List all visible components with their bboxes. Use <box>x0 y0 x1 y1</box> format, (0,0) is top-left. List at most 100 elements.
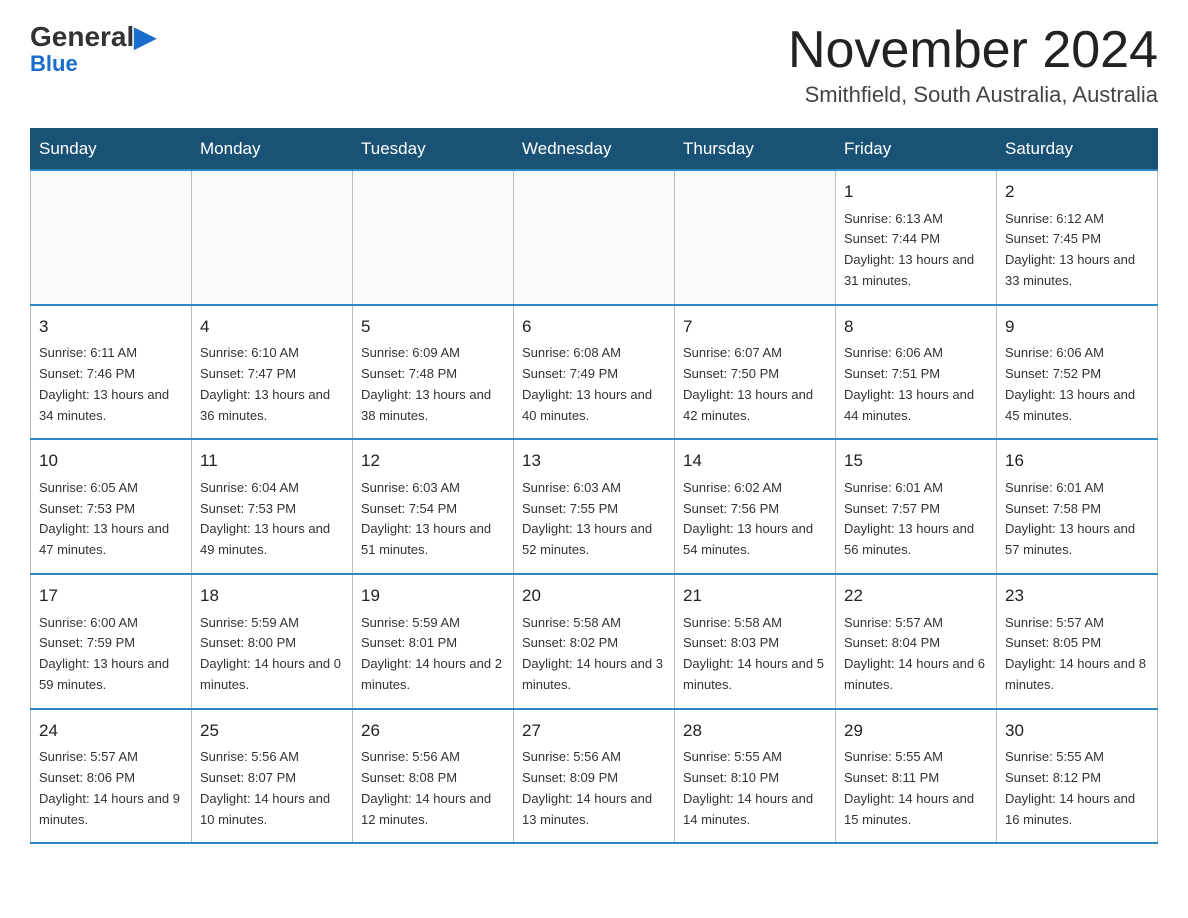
calendar-cell <box>31 170 192 305</box>
day-info: Sunrise: 5:57 AM Sunset: 8:06 PM Dayligh… <box>39 747 183 830</box>
logo: General ▶ Blue <box>30 20 156 77</box>
calendar-week-row: 1 Sunrise: 6:13 AM Sunset: 7:44 PM Daylig… <box>31 170 1158 305</box>
day-info: Sunrise: 6:08 AM Sunset: 7:49 PM Dayligh… <box>522 343 666 426</box>
day-info: Sunrise: 5:59 AM Sunset: 8:01 PM Dayligh… <box>361 613 505 696</box>
calendar-cell: 7 Sunrise: 6:07 AM Sunset: 7:50 PM Daylig… <box>675 305 836 440</box>
calendar-cell: 22Sunrise: 5:57 AM Sunset: 8:04 PM Dayli… <box>836 574 997 709</box>
calendar-cell: 16 Sunrise: 6:01 AM Sunset: 7:58 PM Dayli… <box>997 439 1158 574</box>
day-number: 19 <box>361 583 505 609</box>
day-number: 17 <box>39 583 183 609</box>
calendar-cell: 5 Sunrise: 6:09 AM Sunset: 7:48 PM Daylig… <box>353 305 514 440</box>
day-info: Sunrise: 6:01 AM Sunset: 7:58 PM Dayligh… <box>1005 478 1149 561</box>
day-number: 29 <box>844 718 988 744</box>
calendar-cell: 9 Sunrise: 6:06 AM Sunset: 7:52 PM Daylig… <box>997 305 1158 440</box>
day-number: 30 <box>1005 718 1149 744</box>
calendar-cell: 6Sunrise: 6:08 AM Sunset: 7:49 PM Daylig… <box>514 305 675 440</box>
day-number: 2 <box>1005 179 1149 205</box>
day-info: Sunrise: 5:56 AM Sunset: 8:09 PM Dayligh… <box>522 747 666 830</box>
calendar-week-row: 24Sunrise: 5:57 AM Sunset: 8:06 PM Dayli… <box>31 709 1158 844</box>
day-info: Sunrise: 6:00 AM Sunset: 7:59 PM Dayligh… <box>39 613 183 696</box>
day-number: 13 <box>522 448 666 474</box>
calendar-header-row: SundayMondayTuesdayWednesdayThursdayFrid… <box>31 129 1158 171</box>
calendar-cell: 24Sunrise: 5:57 AM Sunset: 8:06 PM Dayli… <box>31 709 192 844</box>
day-number: 23 <box>1005 583 1149 609</box>
day-info: Sunrise: 6:03 AM Sunset: 7:55 PM Dayligh… <box>522 478 666 561</box>
calendar-cell: 8Sunrise: 6:06 AM Sunset: 7:51 PM Daylig… <box>836 305 997 440</box>
calendar-week-row: 17 Sunrise: 6:00 AM Sunset: 7:59 PM Dayli… <box>31 574 1158 709</box>
logo-blue-text: ▶ <box>134 20 156 53</box>
calendar-cell: 30 Sunrise: 5:55 AM Sunset: 8:12 PM Dayli… <box>997 709 1158 844</box>
day-number: 1 <box>844 179 988 205</box>
calendar-cell: 19 Sunrise: 5:59 AM Sunset: 8:01 PM Dayli… <box>353 574 514 709</box>
calendar-cell: 27 Sunrise: 5:56 AM Sunset: 8:09 PM Dayli… <box>514 709 675 844</box>
day-info: Sunrise: 6:09 AM Sunset: 7:48 PM Dayligh… <box>361 343 505 426</box>
calendar-cell <box>514 170 675 305</box>
calendar-cell: 14 Sunrise: 6:02 AM Sunset: 7:56 PM Dayli… <box>675 439 836 574</box>
calendar-header-tuesday: Tuesday <box>353 129 514 171</box>
location-title: Smithfield, South Australia, Australia <box>788 82 1158 108</box>
day-info: Sunrise: 6:03 AM Sunset: 7:54 PM Dayligh… <box>361 478 505 561</box>
day-number: 25 <box>200 718 344 744</box>
day-number: 11 <box>200 448 344 474</box>
day-number: 14 <box>683 448 827 474</box>
day-number: 28 <box>683 718 827 744</box>
calendar-cell: 29 Sunrise: 5:55 AM Sunset: 8:11 PM Dayli… <box>836 709 997 844</box>
logo-text: General ▶ <box>30 20 156 53</box>
day-number: 21 <box>683 583 827 609</box>
day-info: Sunrise: 5:57 AM Sunset: 8:05 PM Dayligh… <box>1005 613 1149 696</box>
day-info: Sunrise: 6:12 AM Sunset: 7:45 PM Dayligh… <box>1005 209 1149 292</box>
month-title: November 2024 <box>788 20 1158 80</box>
day-number: 16 <box>1005 448 1149 474</box>
day-info: Sunrise: 6:01 AM Sunset: 7:57 PM Dayligh… <box>844 478 988 561</box>
day-info: Sunrise: 6:06 AM Sunset: 7:52 PM Dayligh… <box>1005 343 1149 426</box>
day-number: 22 <box>844 583 988 609</box>
logo-general: General <box>30 21 134 53</box>
calendar-header-friday: Friday <box>836 129 997 171</box>
calendar-cell: 3 Sunrise: 6:11 AM Sunset: 7:46 PM Daylig… <box>31 305 192 440</box>
calendar-week-row: 3 Sunrise: 6:11 AM Sunset: 7:46 PM Daylig… <box>31 305 1158 440</box>
calendar-cell: 1 Sunrise: 6:13 AM Sunset: 7:44 PM Daylig… <box>836 170 997 305</box>
day-number: 5 <box>361 314 505 340</box>
calendar-header-monday: Monday <box>192 129 353 171</box>
calendar-cell: 20 Sunrise: 5:58 AM Sunset: 8:02 PM Dayli… <box>514 574 675 709</box>
day-number: 10 <box>39 448 183 474</box>
day-info: Sunrise: 6:11 AM Sunset: 7:46 PM Dayligh… <box>39 343 183 426</box>
calendar-cell: 17 Sunrise: 6:00 AM Sunset: 7:59 PM Dayli… <box>31 574 192 709</box>
day-info: Sunrise: 5:56 AM Sunset: 8:08 PM Dayligh… <box>361 747 505 830</box>
calendar-cell: 11 Sunrise: 6:04 AM Sunset: 7:53 PM Dayli… <box>192 439 353 574</box>
calendar-cell: 13 Sunrise: 6:03 AM Sunset: 7:55 PM Dayli… <box>514 439 675 574</box>
day-info: Sunrise: 6:04 AM Sunset: 7:53 PM Dayligh… <box>200 478 344 561</box>
calendar-header-wednesday: Wednesday <box>514 129 675 171</box>
calendar-cell: 4 Sunrise: 6:10 AM Sunset: 7:47 PM Daylig… <box>192 305 353 440</box>
calendar-cell: 18Sunrise: 5:59 AM Sunset: 8:00 PM Dayli… <box>192 574 353 709</box>
day-info: Sunrise: 6:06 AM Sunset: 7:51 PM Dayligh… <box>844 343 988 426</box>
day-info: Sunrise: 5:58 AM Sunset: 8:02 PM Dayligh… <box>522 613 666 696</box>
calendar-cell: 26 Sunrise: 5:56 AM Sunset: 8:08 PM Dayli… <box>353 709 514 844</box>
day-info: Sunrise: 5:55 AM Sunset: 8:10 PM Dayligh… <box>683 747 827 830</box>
calendar-week-row: 10 Sunrise: 6:05 AM Sunset: 7:53 PM Dayli… <box>31 439 1158 574</box>
logo-subtitle: Blue <box>30 51 78 77</box>
day-info: Sunrise: 5:55 AM Sunset: 8:11 PM Dayligh… <box>844 747 988 830</box>
day-number: 26 <box>361 718 505 744</box>
calendar-cell: 15 Sunrise: 6:01 AM Sunset: 7:57 PM Dayli… <box>836 439 997 574</box>
day-info: Sunrise: 6:13 AM Sunset: 7:44 PM Dayligh… <box>844 209 988 292</box>
calendar-cell: 21Sunrise: 5:58 AM Sunset: 8:03 PM Dayli… <box>675 574 836 709</box>
day-number: 7 <box>683 314 827 340</box>
day-number: 15 <box>844 448 988 474</box>
calendar-cell <box>192 170 353 305</box>
day-info: Sunrise: 6:02 AM Sunset: 7:56 PM Dayligh… <box>683 478 827 561</box>
day-info: Sunrise: 5:55 AM Sunset: 8:12 PM Dayligh… <box>1005 747 1149 830</box>
day-info: Sunrise: 6:07 AM Sunset: 7:50 PM Dayligh… <box>683 343 827 426</box>
day-info: Sunrise: 6:05 AM Sunset: 7:53 PM Dayligh… <box>39 478 183 561</box>
calendar-cell: 28 Sunrise: 5:55 AM Sunset: 8:10 PM Dayli… <box>675 709 836 844</box>
day-number: 20 <box>522 583 666 609</box>
calendar-header-thursday: Thursday <box>675 129 836 171</box>
day-number: 4 <box>200 314 344 340</box>
calendar-cell: 2 Sunrise: 6:12 AM Sunset: 7:45 PM Daylig… <box>997 170 1158 305</box>
day-info: Sunrise: 6:10 AM Sunset: 7:47 PM Dayligh… <box>200 343 344 426</box>
day-number: 9 <box>1005 314 1149 340</box>
day-number: 18 <box>200 583 344 609</box>
day-number: 27 <box>522 718 666 744</box>
calendar-header-sunday: Sunday <box>31 129 192 171</box>
day-number: 3 <box>39 314 183 340</box>
